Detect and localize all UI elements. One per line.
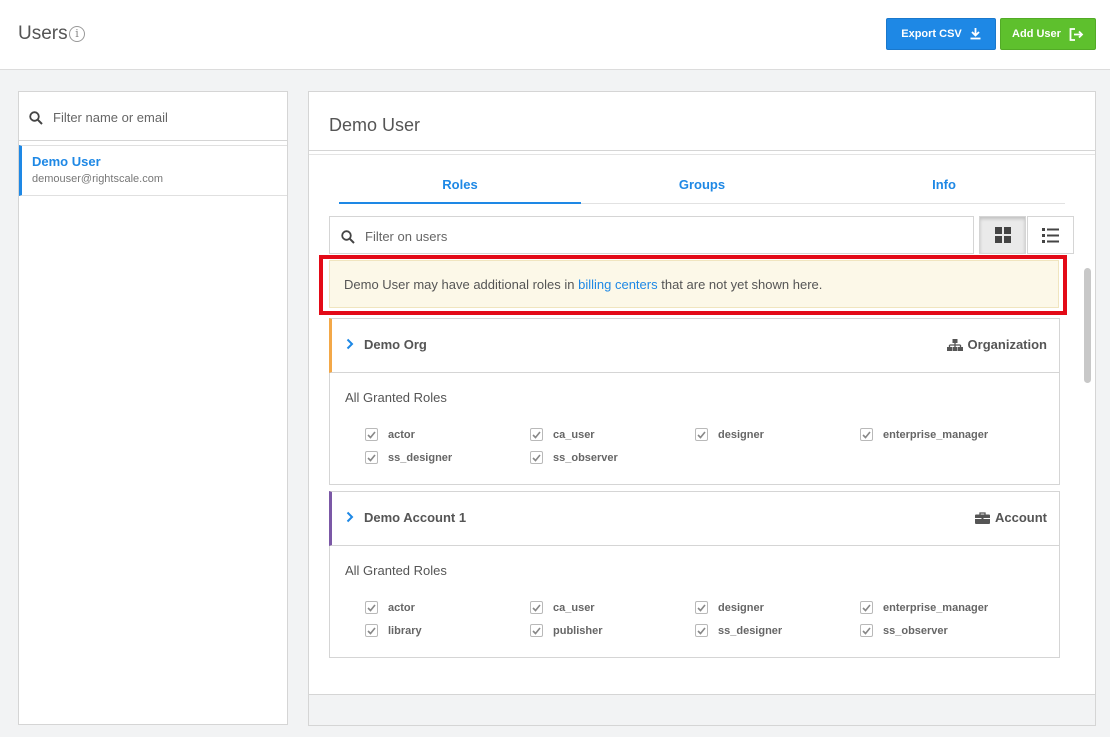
scope-type: Account bbox=[975, 510, 1047, 525]
checkbox-checked-icon bbox=[860, 624, 873, 637]
role-label: actor bbox=[388, 601, 415, 614]
highlight-box bbox=[319, 255, 1067, 315]
role-item[interactable]: enterprise_manager bbox=[860, 428, 988, 441]
user-list-panel: Demo User demouser@rightscale.com bbox=[18, 91, 288, 725]
chevron-right-icon bbox=[346, 338, 354, 350]
grid-icon bbox=[994, 227, 1011, 243]
user-email: demouser@rightscale.com bbox=[32, 173, 163, 185]
export-csv-button[interactable]: Export CSV bbox=[886, 18, 996, 50]
user-name: Demo User bbox=[32, 154, 101, 169]
role-item[interactable]: designer bbox=[695, 601, 764, 614]
checkbox-checked-icon bbox=[365, 451, 378, 464]
scope-header-demo-account-1[interactable]: Demo Account 1 Account bbox=[329, 491, 1060, 546]
top-bar: Users i Export CSV Add User bbox=[0, 0, 1110, 70]
role-label: enterprise_manager bbox=[883, 428, 989, 441]
add-user-button[interactable]: Add User bbox=[1000, 18, 1096, 50]
role-label: enterprise_manager bbox=[883, 601, 989, 614]
detail-title: Demo User bbox=[329, 115, 421, 135]
checkbox-checked-icon bbox=[365, 601, 378, 614]
chevron-right-icon bbox=[346, 511, 354, 523]
checkbox-checked-icon bbox=[860, 601, 873, 614]
role-item[interactable]: ss_designer bbox=[365, 451, 452, 464]
scope-type-label: Organization bbox=[967, 337, 1047, 352]
role-item[interactable]: designer bbox=[695, 428, 764, 441]
scope-roles-demo-account-1: All Granted Roles actor ca_user designer… bbox=[329, 546, 1060, 658]
role-filter-box bbox=[329, 216, 974, 254]
detail-footer bbox=[308, 694, 1096, 726]
download-icon bbox=[970, 28, 981, 40]
checkbox-checked-icon bbox=[530, 451, 543, 464]
scope-roles-demo-org: All Granted Roles actor ca_user designer… bbox=[329, 373, 1060, 485]
scope-type: Organization bbox=[946, 337, 1047, 352]
role-label: ss_observer bbox=[553, 451, 618, 464]
role-item[interactable]: actor bbox=[365, 601, 415, 614]
role-item[interactable]: ss_observer bbox=[530, 451, 618, 464]
roles-heading: All Granted Roles bbox=[345, 390, 447, 405]
role-item[interactable]: ss_observer bbox=[860, 624, 948, 637]
role-label: ca_user bbox=[553, 428, 595, 441]
role-item[interactable]: ca_user bbox=[530, 601, 595, 614]
role-item[interactable]: actor bbox=[365, 428, 415, 441]
scope-name: Demo Account 1 bbox=[364, 510, 467, 525]
role-label: ss_observer bbox=[883, 624, 948, 637]
tab-roles[interactable]: Roles bbox=[339, 174, 581, 204]
briefcase-icon bbox=[975, 511, 990, 524]
roles-heading: All Granted Roles bbox=[345, 563, 447, 578]
checkbox-checked-icon bbox=[695, 428, 708, 441]
scope-header-demo-org[interactable]: Demo Org Organization bbox=[329, 318, 1060, 373]
tab-groups[interactable]: Groups bbox=[581, 174, 823, 204]
checkbox-checked-icon bbox=[695, 624, 708, 637]
sitemap-icon bbox=[946, 338, 963, 351]
user-search-box bbox=[19, 92, 287, 141]
scope-name: Demo Org bbox=[364, 337, 427, 352]
tab-info[interactable]: Info bbox=[823, 174, 1065, 204]
role-item[interactable]: ca_user bbox=[530, 428, 595, 441]
search-icon bbox=[29, 111, 43, 125]
export-csv-label: Export CSV bbox=[901, 28, 962, 40]
role-item[interactable]: library bbox=[365, 624, 422, 637]
role-label: publisher bbox=[553, 624, 603, 637]
search-icon bbox=[341, 230, 355, 244]
page-title: Users bbox=[18, 23, 68, 44]
role-label: designer bbox=[718, 601, 764, 614]
grid-view-button[interactable] bbox=[979, 216, 1026, 254]
role-item[interactable]: ss_designer bbox=[695, 624, 782, 637]
add-user-label: Add User bbox=[1012, 28, 1061, 40]
sign-in-icon bbox=[1069, 27, 1084, 41]
checkbox-checked-icon bbox=[365, 624, 378, 637]
detail-tabs: Roles Groups Info bbox=[339, 174, 1065, 204]
scrollbar-thumb[interactable] bbox=[1084, 268, 1091, 383]
list-icon bbox=[1042, 227, 1059, 243]
user-list-item[interactable]: Demo User demouser@rightscale.com bbox=[19, 145, 287, 196]
role-item[interactable]: publisher bbox=[530, 624, 603, 637]
list-view-button[interactable] bbox=[1027, 216, 1074, 254]
scope-type-label: Account bbox=[995, 510, 1047, 525]
checkbox-checked-icon bbox=[860, 428, 873, 441]
role-label: library bbox=[388, 624, 422, 637]
role-label: designer bbox=[718, 428, 764, 441]
user-detail-panel: Demo User Roles Groups Info Demo User ma… bbox=[308, 91, 1096, 695]
role-filter-input[interactable] bbox=[365, 226, 955, 246]
info-icon[interactable]: i bbox=[69, 26, 85, 42]
role-label: actor bbox=[388, 428, 415, 441]
user-search-input[interactable] bbox=[53, 106, 278, 128]
checkbox-checked-icon bbox=[530, 428, 543, 441]
checkbox-checked-icon bbox=[365, 428, 378, 441]
checkbox-checked-icon bbox=[530, 624, 543, 637]
role-item[interactable]: enterprise_manager bbox=[860, 601, 988, 614]
checkbox-checked-icon bbox=[530, 601, 543, 614]
checkbox-checked-icon bbox=[695, 601, 708, 614]
role-label: ss_designer bbox=[718, 624, 783, 637]
role-label: ss_designer bbox=[388, 451, 453, 464]
role-label: ca_user bbox=[553, 601, 595, 614]
divider bbox=[309, 150, 1095, 155]
